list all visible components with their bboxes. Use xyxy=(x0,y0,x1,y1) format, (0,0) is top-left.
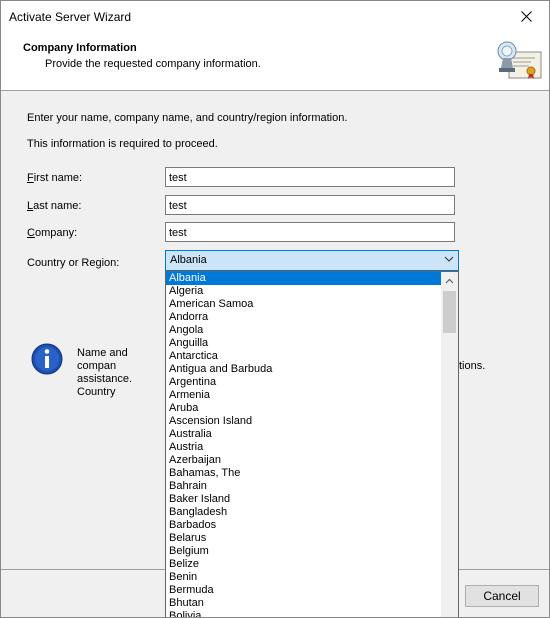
scroll-thumb[interactable] xyxy=(443,291,456,333)
close-button[interactable] xyxy=(503,1,549,32)
certificate-icon xyxy=(497,41,542,79)
country-select[interactable]: Albania xyxy=(165,250,459,271)
country-option[interactable]: Belarus xyxy=(166,532,442,545)
country-option[interactable]: Anguilla xyxy=(166,337,442,350)
country-dropdown-list[interactable]: Albania Algeria American Samoa Andorra Angol… xyxy=(165,271,459,617)
title-bar: Activate Server Wizard xyxy=(1,1,549,32)
company-label: Company: xyxy=(27,227,78,239)
country-option[interactable]: Austria xyxy=(166,441,442,454)
info-text-tail: tions. xyxy=(459,360,486,372)
info-icon xyxy=(31,343,63,375)
country-option[interactable]: Argentina xyxy=(166,376,442,389)
country-option[interactable]: Ascension Island xyxy=(166,415,442,428)
wizard-header: Company Information Provide the requeste… xyxy=(1,32,549,91)
first-name-label: First name: xyxy=(27,172,83,184)
country-option[interactable]: Azerbaijan xyxy=(166,454,442,467)
country-option[interactable]: Bhutan xyxy=(166,597,442,610)
window-title: Activate Server Wizard xyxy=(9,10,132,24)
chevron-down-icon xyxy=(444,256,454,262)
scroll-up-button[interactable] xyxy=(441,272,458,289)
company-field[interactable] xyxy=(165,222,455,242)
country-option[interactable]: Angola xyxy=(166,324,442,337)
country-option[interactable]: Algeria xyxy=(166,285,442,298)
country-option[interactable]: Bahamas, The xyxy=(166,467,442,480)
country-selected-value: Albania xyxy=(170,254,207,266)
cancel-button[interactable]: Cancel xyxy=(465,585,539,607)
scroll-up-arrow-icon xyxy=(445,278,454,283)
country-label: Country or Region: xyxy=(27,257,120,269)
country-option[interactable]: Albania xyxy=(166,272,442,285)
country-option[interactable]: Andorra xyxy=(166,311,442,324)
dropdown-scrollbar[interactable] xyxy=(441,272,458,617)
country-option[interactable]: Belize xyxy=(166,558,442,571)
country-option[interactable]: Bahrain xyxy=(166,480,442,493)
country-option[interactable]: Belgium xyxy=(166,545,442,558)
country-options: Albania Algeria American Samoa Andorra Angol… xyxy=(166,272,442,617)
country-option[interactable]: Armenia xyxy=(166,389,442,402)
last-name-label: Last name: xyxy=(27,200,82,212)
country-option[interactable]: Baker Island xyxy=(166,493,442,506)
intro-text: Enter your name, company name, and count… xyxy=(27,112,348,124)
country-option[interactable]: Bermuda xyxy=(166,584,442,597)
last-name-field[interactable] xyxy=(165,195,455,215)
country-option[interactable]: American Samoa xyxy=(166,298,442,311)
country-option[interactable]: Australia xyxy=(166,428,442,441)
country-option[interactable]: Aruba xyxy=(166,402,442,415)
wizard-window: Activate Server Wizard Company Informati… xyxy=(0,0,550,618)
country-option[interactable]: Antarctica xyxy=(166,350,442,363)
country-option[interactable]: Antigua and Barbuda xyxy=(166,363,442,376)
page-subtitle: Provide the requested company informatio… xyxy=(45,58,261,70)
country-option[interactable]: Benin xyxy=(166,571,442,584)
country-option[interactable]: Bolivia xyxy=(166,610,442,617)
country-option[interactable]: Barbados xyxy=(166,519,442,532)
info-text: Name and compan assistance. Country xyxy=(77,347,133,398)
country-option[interactable]: Bangladesh xyxy=(166,506,442,519)
first-name-field[interactable] xyxy=(165,167,455,187)
close-icon xyxy=(520,11,532,22)
page-title: Company Information xyxy=(23,42,137,54)
required-note: This information is required to proceed. xyxy=(27,138,218,150)
